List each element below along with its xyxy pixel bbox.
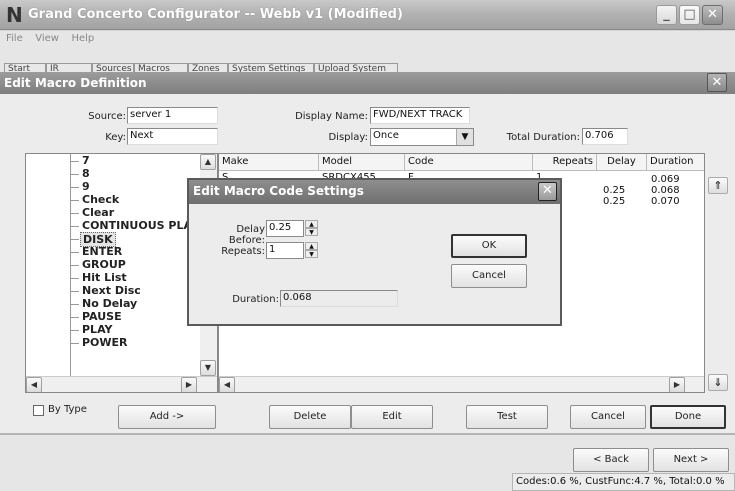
close-icon: ✕ <box>711 75 723 90</box>
menu-file[interactable]: File <box>3 31 26 44</box>
minimize-icon: _ <box>663 7 670 22</box>
table-cell: 0.070 <box>651 196 680 207</box>
macro-code-settings-dialog: Edit Macro Code Settings ✕ Delay Before:… <box>187 178 562 326</box>
delete-button[interactable]: Delete <box>269 405 351 429</box>
list-item[interactable]: Next Disc <box>82 284 141 297</box>
source-label: Source: <box>88 111 126 122</box>
list-item[interactable]: PAUSE <box>82 310 122 323</box>
app-logo-icon: N <box>6 3 23 27</box>
list-item[interactable]: Hit List <box>82 271 127 284</box>
duration-field: 0.068 <box>280 290 398 307</box>
delay-before-label: Delay Before: <box>228 224 265 246</box>
maximize-icon: □ <box>683 7 696 22</box>
inner-dialog-title: Edit Macro Code Settings <box>189 180 560 204</box>
list-item[interactable]: CONTINUOUS PLAY <box>82 219 199 232</box>
col-make[interactable]: Make <box>219 154 319 171</box>
inner-cancel-button[interactable]: Cancel <box>451 264 527 288</box>
edit-button[interactable]: Edit <box>351 405 433 429</box>
dialog-title: Edit Macro Definition <box>0 72 735 94</box>
menu-help[interactable]: Help <box>68 31 97 44</box>
list-item[interactable]: POWER <box>82 336 128 349</box>
maximize-button[interactable]: □ <box>679 5 700 25</box>
delay-before-value: 0.25 <box>269 222 292 233</box>
list-item[interactable]: 9 <box>82 180 90 193</box>
inner-dialog-close-button[interactable]: ✕ <box>538 182 557 201</box>
delay-before-spinner[interactable]: 0.25 ▲ ▼ <box>266 220 318 237</box>
add-button[interactable]: Add -> <box>118 405 216 429</box>
spinner-arrows-icon[interactable]: ▲ ▼ <box>305 220 318 237</box>
key-field[interactable]: Next <box>127 128 218 145</box>
grid-hscrollbar[interactable]: ◀ ▶ <box>219 376 704 392</box>
list-item[interactable]: ENTER <box>82 245 122 258</box>
repeats-value: 1 <box>269 244 276 255</box>
repeats-spinner[interactable]: 1 ▲ ▼ <box>266 242 318 259</box>
list-item[interactable]: PLAY <box>82 323 113 336</box>
col-model[interactable]: Model <box>319 154 405 171</box>
close-icon: ✕ <box>542 183 553 198</box>
arrow-down-icon: ⇓ <box>713 376 723 389</box>
status-bar: Codes:0.6 %, CustFunc:4.7 %, Total:0.0 % <box>512 473 735 491</box>
list-item[interactable]: 8 <box>82 167 90 180</box>
spinner-arrows-icon[interactable]: ▲ ▼ <box>305 242 318 259</box>
list-item[interactable]: Clear <box>82 206 114 219</box>
scroll-right-icon[interactable]: ▶ <box>181 377 197 392</box>
scroll-down-icon[interactable]: ▼ <box>200 360 216 376</box>
scroll-up-icon[interactable]: ▲ <box>200 154 216 170</box>
by-type-checkbox[interactable] <box>33 405 44 416</box>
table-cell: 0.069 <box>651 174 680 185</box>
menu-bar: File View Help <box>0 31 735 49</box>
arrow-up-icon: ⇑ <box>713 179 723 192</box>
display-name-label: Display Name: <box>295 111 368 122</box>
duration-label: Duration: <box>232 294 279 305</box>
col-delay[interactable]: Delay <box>597 154 647 171</box>
table-cell: 0.25 <box>603 185 626 196</box>
minimize-button[interactable]: _ <box>656 5 677 25</box>
display-label: Display: <box>328 132 368 143</box>
total-duration-label: Total Duration: <box>506 132 580 143</box>
move-up-button[interactable]: ⇑ <box>708 177 728 194</box>
menu-view[interactable]: View <box>32 31 62 44</box>
tree-line <box>70 154 71 387</box>
done-button[interactable]: Done <box>650 405 726 429</box>
display-select-value: Once <box>373 130 399 141</box>
app-titlebar: N Grand Concerto Configurator -- Webb v1… <box>0 0 735 30</box>
app-close-button[interactable]: ✕ <box>702 5 723 25</box>
table-cell: 0.25 <box>603 196 626 207</box>
display-name-field[interactable]: FWD/NEXT TRACK <box>370 107 470 124</box>
close-icon: ✕ <box>707 7 718 22</box>
list-item[interactable]: GROUP <box>82 258 126 271</box>
scroll-right-icon[interactable]: ▶ <box>669 377 685 392</box>
scroll-left-icon[interactable]: ◀ <box>219 377 235 392</box>
cancel-button[interactable]: Cancel <box>570 405 646 429</box>
display-select[interactable]: Once ▼ <box>370 128 474 146</box>
key-list-hscrollbar[interactable]: ◀ ▶ <box>26 376 217 392</box>
source-field[interactable]: server 1 <box>127 107 218 124</box>
move-down-button[interactable]: ⇓ <box>708 374 728 391</box>
chevron-down-icon: ▼ <box>456 129 473 145</box>
total-duration-field: 0.706 <box>582 128 628 145</box>
table-cell: 0.068 <box>651 185 680 196</box>
list-item[interactable]: No Delay <box>82 297 137 310</box>
by-type-label: By Type <box>48 404 87 415</box>
test-button[interactable]: Test <box>466 405 548 429</box>
back-button[interactable]: < Back <box>573 448 649 472</box>
col-repeats[interactable]: Repeats <box>533 154 597 171</box>
repeats-label: Repeats: <box>221 246 265 257</box>
col-code[interactable]: Code <box>405 154 533 171</box>
scroll-left-icon[interactable]: ◀ <box>26 377 42 392</box>
dialog-close-button[interactable]: ✕ <box>707 73 727 92</box>
col-duration[interactable]: Duration <box>647 154 704 171</box>
list-item[interactable]: Check <box>82 193 119 206</box>
next-button[interactable]: Next > <box>653 448 729 472</box>
ok-button[interactable]: OK <box>451 234 527 258</box>
key-label: Key: <box>105 132 126 143</box>
list-item[interactable]: 7 <box>82 154 90 167</box>
app-title: Grand Concerto Configurator -- Webb v1 (… <box>28 7 403 22</box>
